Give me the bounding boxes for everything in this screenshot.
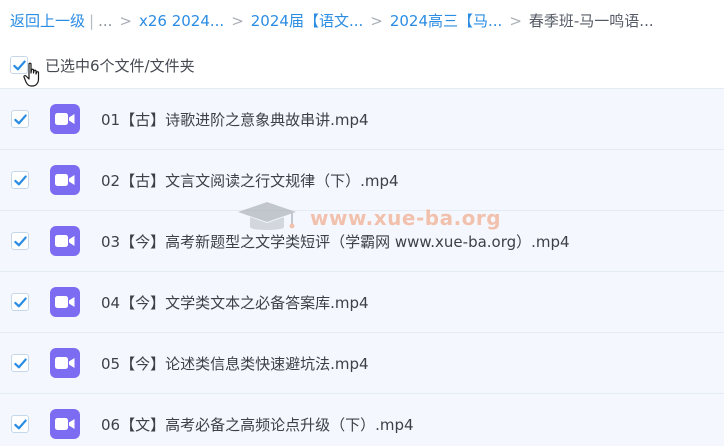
breadcrumb-item[interactable]: 2024高三【马... xyxy=(390,12,502,30)
file-row[interactable]: 06【文】高考必备之高频论点升级（下）.mp4 xyxy=(0,393,724,446)
file-checkbox[interactable] xyxy=(11,354,29,372)
file-name[interactable]: 04【今】文学类文本之必备答案库.mp4 xyxy=(101,292,369,313)
breadcrumb-item[interactable]: x26 2024... xyxy=(139,12,224,30)
file-row[interactable]: 03【今】高考新题型之文学类短评（学霸网 www.xue-ba.org）.mp4 xyxy=(0,210,724,271)
file-checkbox[interactable] xyxy=(11,110,29,128)
file-name[interactable]: 02【古】文言文阅读之行文规律（下）.mp4 xyxy=(101,170,399,191)
file-row[interactable]: 02【古】文言文阅读之行文规律（下）.mp4 xyxy=(0,149,724,210)
file-list: 01【古】诗歌进阶之意象典故串讲.mp4 02【古】文言文阅读之行文规律（下）.… xyxy=(0,88,724,446)
file-checkbox[interactable] xyxy=(11,232,29,250)
breadcrumb: 返回上一级 |... > x26 2024... >2024届【语文... >2024高三… xyxy=(10,10,654,32)
checkmark-icon xyxy=(13,113,27,124)
video-file-icon xyxy=(50,165,80,195)
file-name[interactable]: 05【今】论述类信息类快速避坑法.mp4 xyxy=(101,353,369,374)
file-browser: 返回上一级 |... > x26 2024... >2024届【语文... >2024高三… xyxy=(0,0,724,446)
video-file-icon xyxy=(50,104,80,134)
chevron-right-icon: > xyxy=(119,12,132,30)
hand-pointer-icon xyxy=(23,62,40,87)
chevron-right-icon: > xyxy=(370,12,383,30)
breadcrumb-ellipsis[interactable]: ... xyxy=(98,12,112,30)
file-name[interactable]: 03【今】高考新题型之文学类短评（学霸网 www.xue-ba.org）.mp4 xyxy=(101,231,570,252)
file-checkbox[interactable] xyxy=(11,293,29,311)
checkmark-icon xyxy=(13,174,27,185)
breadcrumb-current: 春季班-马一鸣语... xyxy=(528,12,654,30)
breadcrumb-item[interactable]: 2024届【语文... xyxy=(251,12,363,30)
checkmark-icon xyxy=(13,235,27,246)
video-file-icon xyxy=(50,409,80,439)
checkmark-icon xyxy=(13,296,27,307)
checkmark-icon xyxy=(13,357,27,368)
file-name[interactable]: 01【古】诗歌进阶之意象典故串讲.mp4 xyxy=(101,109,369,130)
chevron-right-icon: > xyxy=(231,12,244,30)
breadcrumb-divider: | xyxy=(89,12,95,30)
file-checkbox[interactable] xyxy=(11,415,29,433)
file-checkbox[interactable] xyxy=(11,171,29,189)
selection-count-label: 已选中6个文件/文件夹 xyxy=(45,56,195,75)
file-row[interactable]: 01【古】诗歌进阶之意象典故串讲.mp4 xyxy=(0,88,724,149)
file-row[interactable]: 05【今】论述类信息类快速避坑法.mp4 xyxy=(0,332,724,393)
breadcrumb-back-link[interactable]: 返回上一级 xyxy=(10,12,85,30)
file-row[interactable]: 04【今】文学类文本之必备答案库.mp4 xyxy=(0,271,724,332)
checkmark-icon xyxy=(13,418,27,429)
chevron-right-icon: > xyxy=(509,12,522,30)
video-file-icon xyxy=(50,226,80,256)
video-file-icon xyxy=(50,348,80,378)
video-file-icon xyxy=(50,287,80,317)
file-name[interactable]: 06【文】高考必备之高频论点升级（下）.mp4 xyxy=(101,414,414,435)
